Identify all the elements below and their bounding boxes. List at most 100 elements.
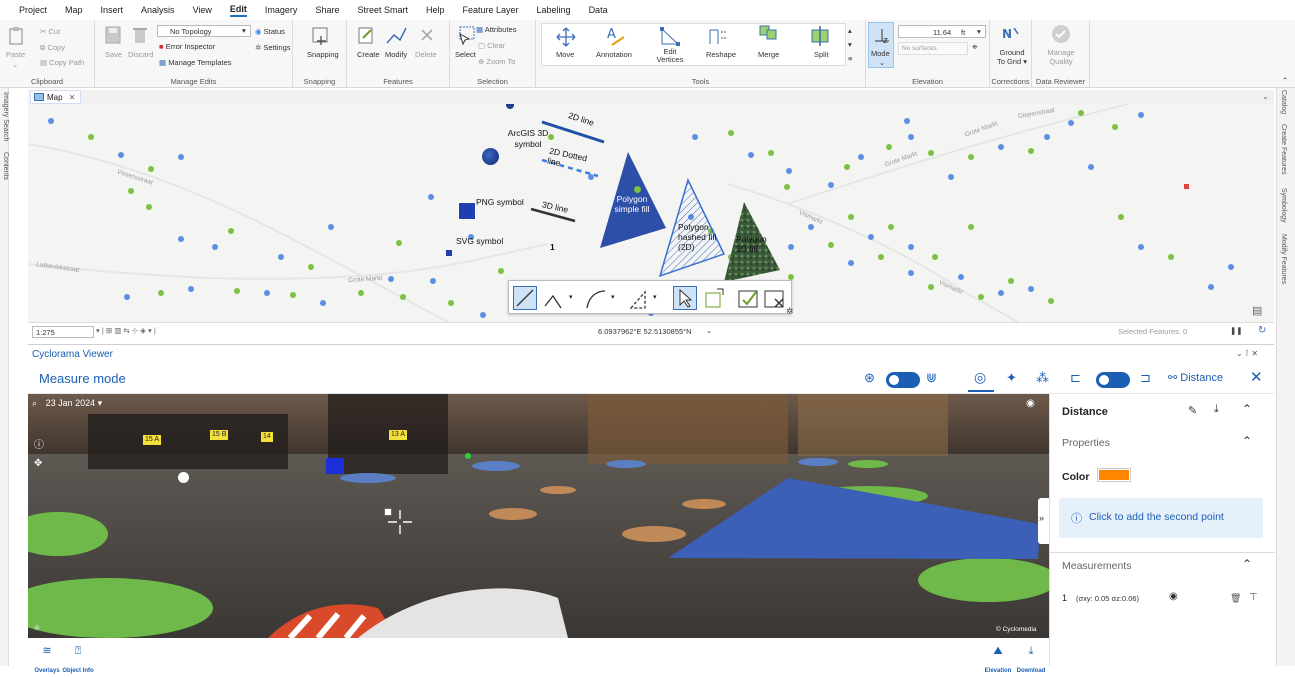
point-marker[interactable] [178, 472, 189, 483]
point-feature[interactable] [928, 284, 934, 290]
split-button[interactable]: Split [814, 50, 829, 59]
menu-tab-share[interactable]: Share [315, 5, 339, 15]
point-feature[interactable] [958, 274, 964, 280]
point-feature[interactable] [788, 244, 794, 250]
gallery-scroll-up-icon[interactable]: ▴ [848, 26, 852, 35]
frame-icon[interactable]: ⊐ [1140, 370, 1151, 386]
vertex-edit-icon[interactable] [703, 287, 727, 311]
edit-icon[interactable]: ✎ [1188, 404, 1197, 417]
star-icon[interactable]: ✦ [1006, 370, 1017, 386]
point-feature[interactable] [932, 254, 938, 260]
point-feature[interactable] [118, 152, 124, 158]
imagery-search-tab[interactable]: Imagery Search [0, 92, 9, 141]
selected-marker[interactable] [1184, 184, 1189, 189]
point-feature[interactable] [430, 278, 436, 284]
svg-symbol[interactable] [446, 250, 452, 256]
cut-button[interactable]: ✂ Cut [40, 27, 60, 36]
distance-button[interactable]: ⚯ Distance [1168, 371, 1223, 384]
manage-quality-button[interactable]: Manage Quality [1040, 48, 1082, 66]
point-feature[interactable] [786, 168, 792, 174]
eye-icon[interactable]: ◉ [1026, 398, 1035, 409]
map-tab[interactable]: Map ✕ [30, 90, 81, 104]
attributes-button[interactable]: ▦ Attributes [476, 25, 516, 34]
point-feature[interactable] [448, 300, 454, 306]
reshape-button[interactable]: Reshape [706, 50, 736, 59]
map-overview-icon[interactable]: ▤ [1252, 304, 1262, 317]
save-button[interactable]: Save [105, 50, 122, 59]
point-feature[interactable] [124, 294, 130, 300]
modify-button[interactable]: Modify [385, 50, 407, 59]
point-feature[interactable] [808, 224, 814, 230]
point-feature[interactable] [1028, 148, 1034, 154]
point-feature[interactable] [968, 224, 974, 230]
menu-tab-analysis[interactable]: Analysis [141, 5, 175, 15]
menu-tab-data[interactable]: Data [589, 5, 608, 15]
contents-tab[interactable]: Contents [0, 152, 9, 180]
point-feature[interactable] [908, 244, 914, 250]
point-feature[interactable] [148, 166, 154, 172]
point-feature[interactable] [968, 154, 974, 160]
arc-icon[interactable] [585, 288, 609, 310]
frame-icon[interactable]: ⊏ [1070, 370, 1081, 386]
point-feature[interactable] [48, 118, 54, 124]
snapping-button[interactable]: Snapping [307, 50, 339, 59]
surfaces-dropdown[interactable]: No surfaces [898, 42, 968, 55]
ground-to-grid-button[interactable]: Ground To Grid ▾ [995, 48, 1029, 66]
menu-tab-edit[interactable]: Edit [229, 4, 247, 17]
point-feature[interactable] [1138, 112, 1144, 118]
crosshair-icon[interactable]: ⌖ [972, 42, 978, 53]
clear-button[interactable]: ▢ Clear [478, 41, 505, 50]
map-canvas[interactable]: Vissersstraat Lutkeviskstraat Grote Mark… [28, 104, 1274, 322]
point-feature[interactable] [908, 270, 914, 276]
scale-dropdown[interactable]: 1:275 [32, 326, 94, 338]
collapse-panel-button[interactable]: » [1038, 498, 1049, 544]
point-feature[interactable] [1068, 120, 1074, 126]
point-feature[interactable] [948, 174, 954, 180]
paste-button[interactable]: Paste [6, 50, 25, 59]
color-swatch[interactable] [1097, 468, 1131, 482]
edit-vertices-button[interactable]: Edit Vertices [652, 48, 688, 64]
overlays-button[interactable]: ≋ Overlays [32, 641, 62, 677]
refresh-icon[interactable]: ↻ [1258, 325, 1266, 336]
point-feature[interactable] [1028, 286, 1034, 292]
point-feature[interactable] [396, 240, 402, 246]
collapse-ribbon-icon[interactable]: ⌃ [1282, 76, 1288, 85]
point-feature[interactable] [998, 144, 1004, 150]
point-feature[interactable] [844, 164, 850, 170]
gear-icon[interactable]: ✲ [786, 306, 794, 317]
object-info-button[interactable]: ⍰ Object Info [62, 641, 94, 677]
point-feature[interactable] [290, 292, 296, 298]
menu-tab-view[interactable]: View [193, 5, 212, 15]
arcgis-3d-symbol[interactable] [482, 148, 499, 165]
close-icon[interactable]: ✕ [1250, 368, 1263, 386]
point-feature[interactable] [886, 144, 892, 150]
network-icon[interactable]: ⁂ [1036, 370, 1049, 386]
point-feature[interactable] [848, 260, 854, 266]
target-icon[interactable]: ◉ [1169, 591, 1178, 602]
select-tool-button[interactable] [673, 286, 697, 310]
point-feature[interactable] [848, 214, 854, 220]
close-icon[interactable]: ✕ [69, 93, 76, 102]
chevron-down-icon[interactable]: ⌄ [706, 326, 712, 335]
point-feature[interactable] [1112, 124, 1118, 130]
point-feature[interactable] [634, 186, 641, 193]
settings-button[interactable]: ✲ Settings [255, 43, 291, 52]
point-feature[interactable] [1208, 284, 1214, 290]
pane-options-icons[interactable]: ⌄ ⊺ ✕ [1236, 349, 1258, 358]
menu-tab-project[interactable]: Project [19, 5, 47, 15]
point-feature[interactable] [878, 254, 884, 260]
point-feature[interactable] [828, 242, 834, 248]
point-feature[interactable] [278, 254, 284, 260]
elevation-mode-button[interactable]: z Mode ⌄ [868, 22, 894, 68]
png-symbol[interactable] [458, 202, 476, 220]
map-tools-icons[interactable]: ▾ | ⊞ ▥ ⇆ ⊹ ◈ ▾ | [96, 326, 156, 335]
point-feature[interactable] [428, 194, 434, 200]
menu-tab-map[interactable]: Map [65, 5, 83, 15]
png-symbol[interactable] [326, 458, 344, 474]
cancel-sketch-icon[interactable] [763, 287, 787, 311]
point-feature[interactable] [264, 290, 270, 296]
move-button[interactable]: Move [556, 50, 574, 59]
point-feature[interactable] [1138, 244, 1144, 250]
point-feature[interactable] [358, 290, 364, 296]
chevron-down-icon[interactable]: ▾ [611, 293, 615, 301]
